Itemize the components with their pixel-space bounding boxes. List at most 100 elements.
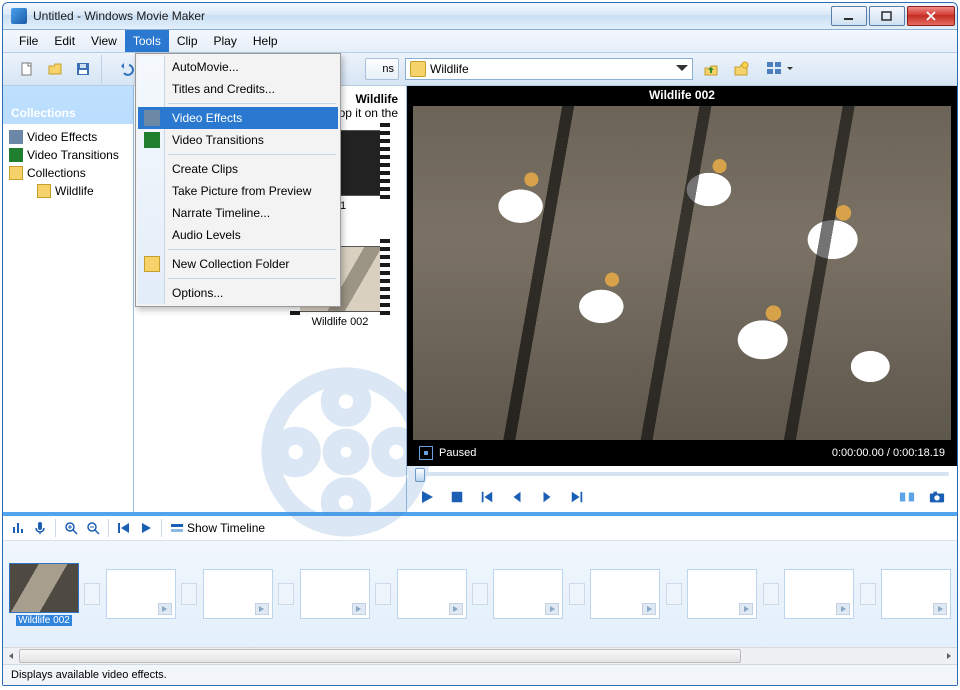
menu-item-label: New Collection Folder	[172, 257, 289, 271]
seek-thumb[interactable]	[415, 468, 425, 482]
star-icon	[9, 130, 23, 144]
chevron-down-icon	[786, 62, 794, 76]
menu-item-label: Create Clips	[172, 162, 238, 176]
storyboard-transition-slot[interactable]	[83, 570, 102, 618]
storyboard-transition-slot[interactable]	[567, 570, 586, 618]
storyboard-empty-slot[interactable]	[203, 569, 273, 619]
tools-menu-item[interactable]: Narrate Timeline...	[138, 202, 338, 224]
show-timeline-label: Show Timeline	[187, 521, 265, 535]
sidebar-item-video-effects[interactable]: Video Effects	[3, 128, 133, 146]
collections-view-button-label-suffix: ns	[382, 63, 394, 75]
new-collection-folder-button[interactable]	[729, 57, 753, 81]
menu-clip[interactable]: Clip	[169, 30, 206, 52]
storyboard-transition-slot[interactable]	[858, 570, 877, 618]
zoom-in-button[interactable]	[64, 521, 78, 535]
storyboard-transition-slot[interactable]	[180, 570, 199, 618]
storyboard-empty-slot[interactable]	[881, 569, 951, 619]
take-picture-button[interactable]	[929, 489, 945, 505]
storyboard-clip[interactable]: Wildlife 002	[9, 563, 79, 626]
stop-button[interactable]	[449, 489, 465, 505]
storyboard-clip-caption: Wildlife 002	[16, 615, 72, 626]
window-maximize-button[interactable]	[869, 6, 905, 26]
window-minimize-button[interactable]	[831, 6, 867, 26]
storyboard-thumbnail	[493, 569, 563, 619]
scroll-right-arrow[interactable]	[941, 648, 957, 664]
menu-help[interactable]: Help	[245, 30, 286, 52]
storyboard-empty-slot[interactable]	[590, 569, 660, 619]
storyboard-empty-slot[interactable]	[493, 569, 563, 619]
folder-icon	[410, 61, 426, 77]
tools-menu-item[interactable]: New Collection Folder	[138, 253, 338, 275]
storyboard-empty-slot[interactable]	[300, 569, 370, 619]
next-clip-button[interactable]	[569, 489, 585, 505]
sidebar-item-video-transitions[interactable]: Video Transitions	[3, 146, 133, 164]
window-title: Untitled - Windows Movie Maker	[33, 9, 205, 23]
show-timeline-button[interactable]: Show Timeline	[170, 521, 265, 535]
storyboard-thumbnail	[784, 569, 854, 619]
menu-item-label: AutoMovie...	[172, 60, 239, 74]
tools-menu-item[interactable]: Video Transitions	[138, 129, 338, 151]
menu-play[interactable]: Play	[206, 30, 245, 52]
storyboard-thumbnail	[106, 569, 176, 619]
zoom-out-button[interactable]	[86, 521, 100, 535]
storyboard-empty-slot[interactable]	[106, 569, 176, 619]
thumbnail-view-picker[interactable]	[765, 57, 795, 81]
prev-clip-button[interactable]	[479, 489, 495, 505]
split-clip-button[interactable]	[899, 489, 915, 505]
storyboard-transition-slot[interactable]	[761, 570, 780, 618]
collections-view-button-partial[interactable]: ns	[365, 58, 399, 80]
tools-menu-item[interactable]: Take Picture from Preview	[138, 180, 338, 202]
menu-edit[interactable]: Edit	[46, 30, 83, 52]
new-project-button[interactable]	[15, 57, 39, 81]
storyboard-scrollbar[interactable]	[3, 647, 957, 664]
storyboard-strip[interactable]: Wildlife 002	[3, 541, 957, 647]
statusbar: Displays available video effects.	[3, 664, 957, 685]
window-close-button[interactable]	[907, 6, 955, 26]
video-title: Wildlife 002	[407, 86, 957, 104]
playback-state-icon	[419, 446, 433, 460]
tools-menu-item[interactable]: Options...	[138, 282, 338, 304]
tools-menu-item[interactable]: Video Effects	[138, 107, 338, 129]
scroll-left-arrow[interactable]	[3, 648, 19, 664]
tools-menu-item[interactable]: Create Clips	[138, 158, 338, 180]
sidebar-item-collections[interactable]: Collections	[3, 164, 133, 182]
storyboard-transition-slot[interactable]	[471, 570, 490, 618]
storyboard-thumbnail	[300, 569, 370, 619]
menu-file[interactable]: File	[11, 30, 46, 52]
sidebar-item-wildlife[interactable]: Wildlife	[3, 182, 133, 200]
app-icon	[11, 8, 27, 24]
narrate-timeline-button[interactable]	[33, 521, 47, 535]
storyboard-thumbnail	[203, 569, 273, 619]
tools-menu-item[interactable]: Titles and Credits...	[138, 78, 338, 100]
window-titlebar: Untitled - Windows Movie Maker	[3, 3, 957, 30]
seek-bar[interactable]	[407, 466, 957, 482]
sidebar-item-label: Wildlife	[55, 184, 94, 198]
next-frame-button[interactable]	[539, 489, 555, 505]
open-project-button[interactable]	[43, 57, 67, 81]
storyboard-panel: Show Timeline Wildlife 002	[3, 512, 957, 664]
storyboard-transition-slot[interactable]	[277, 570, 296, 618]
tools-menu-item[interactable]: Audio Levels	[138, 224, 338, 246]
menu-item-label: Options...	[172, 286, 223, 300]
prev-frame-button[interactable]	[509, 489, 525, 505]
set-audio-levels-button[interactable]	[11, 521, 25, 535]
scrollbar-thumb[interactable]	[19, 649, 741, 663]
transport-controls	[407, 482, 957, 512]
storyboard-empty-slot[interactable]	[687, 569, 757, 619]
storyboard-transition-slot[interactable]	[664, 570, 683, 618]
play-storyboard-button[interactable]	[139, 521, 153, 535]
rewind-storyboard-button[interactable]	[117, 521, 131, 535]
location-combobox[interactable]: Wildlife	[405, 58, 693, 80]
sidebar-item-label: Video Transitions	[27, 148, 119, 162]
playback-state-label: Paused	[439, 447, 476, 459]
menu-view[interactable]: View	[83, 30, 125, 52]
menu-tools[interactable]: Tools	[125, 30, 169, 52]
up-one-level-button[interactable]	[699, 57, 723, 81]
chevron-down-icon	[674, 60, 690, 78]
save-project-button[interactable]	[71, 57, 95, 81]
storyboard-empty-slot[interactable]	[397, 569, 467, 619]
video-preview-area: Wildlife 002 Paused 0:00:00.00 / 0:00:18…	[407, 86, 957, 466]
storyboard-empty-slot[interactable]	[784, 569, 854, 619]
tools-menu-item[interactable]: AutoMovie...	[138, 56, 338, 78]
storyboard-transition-slot[interactable]	[374, 570, 393, 618]
